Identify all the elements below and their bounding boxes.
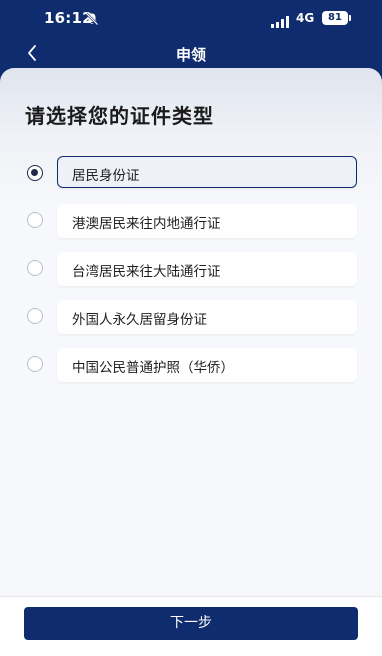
option-card[interactable]: 外国人永久居留身份证 bbox=[57, 300, 357, 334]
network-type: 4G bbox=[296, 11, 315, 25]
page-title: 请选择您的证件类型 bbox=[25, 104, 214, 128]
option-label: 中国公民普通护照（华侨） bbox=[72, 360, 234, 376]
radio-button[interactable] bbox=[27, 260, 43, 276]
signal-icon bbox=[271, 13, 291, 28]
option-card[interactable]: 港澳居民来往内地通行证 bbox=[57, 204, 357, 238]
radio-button-checked[interactable] bbox=[27, 165, 43, 181]
option-label: 港澳居民来往内地通行证 bbox=[72, 216, 221, 232]
radio-button[interactable] bbox=[27, 308, 43, 324]
bell-muted-icon bbox=[85, 11, 99, 26]
option-taiwan-permit[interactable]: 台湾居民来往大陆通行证 bbox=[0, 252, 382, 286]
next-step-button[interactable]: 下一步 bbox=[24, 607, 358, 640]
option-card[interactable]: 台湾居民来往大陆通行证 bbox=[57, 252, 357, 286]
option-overseas-passport[interactable]: 中国公民普通护照（华侨） bbox=[0, 348, 382, 382]
option-card[interactable]: 中国公民普通护照（华侨） bbox=[57, 348, 357, 382]
option-label: 台湾居民来往大陆通行证 bbox=[72, 264, 221, 280]
battery-tip bbox=[349, 15, 351, 21]
option-label: 外国人永久居留身份证 bbox=[72, 312, 207, 328]
radio-button[interactable] bbox=[27, 212, 43, 228]
option-foreigner-permanent-id[interactable]: 外国人永久居留身份证 bbox=[0, 300, 382, 334]
status-bar: 16:12 4G 81 bbox=[0, 0, 382, 36]
footer-bar: 下一步 bbox=[0, 596, 382, 656]
option-label: 居民身份证 bbox=[72, 168, 140, 184]
option-resident-id[interactable]: 居民身份证 bbox=[0, 156, 382, 190]
battery-icon: 81 bbox=[322, 11, 348, 25]
radio-button[interactable] bbox=[27, 356, 43, 372]
option-hk-macao-permit[interactable]: 港澳居民来往内地通行证 bbox=[0, 204, 382, 238]
nav-title: 申领 bbox=[175, 46, 206, 64]
option-card[interactable]: 居民身份证 bbox=[57, 156, 357, 188]
